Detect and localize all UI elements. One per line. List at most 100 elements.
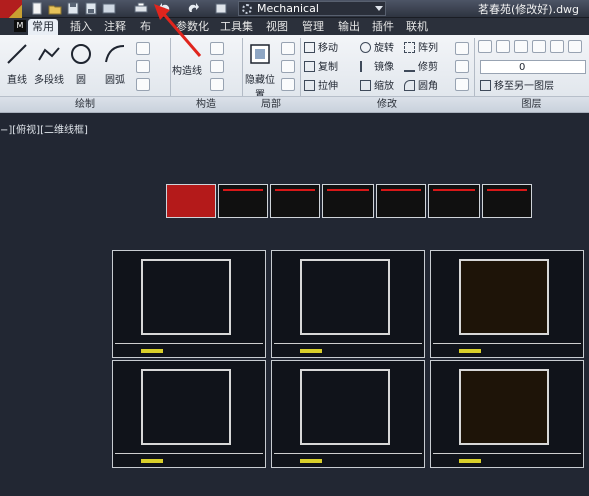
layout-thumbnail[interactable] bbox=[376, 184, 426, 218]
tab-insert[interactable]: 插入 bbox=[66, 19, 96, 35]
circle-icon bbox=[71, 44, 91, 64]
layer-icon-5[interactable] bbox=[550, 40, 564, 53]
fillet-button[interactable]: 圆角 bbox=[404, 80, 438, 94]
app-menu-button[interactable]: M bbox=[14, 20, 26, 32]
polyline-label: 多段线 bbox=[34, 75, 64, 86]
arc-label: 圆弧 bbox=[105, 75, 125, 86]
open-icon[interactable] bbox=[48, 2, 62, 15]
layer-properties-icon[interactable] bbox=[478, 40, 492, 53]
offset-icon[interactable] bbox=[455, 78, 469, 91]
floor-plan-sheet[interactable] bbox=[430, 250, 584, 358]
viewport-label[interactable]: −][俯视][二维线框] bbox=[0, 121, 88, 136]
floor-plan-sheet[interactable] bbox=[271, 360, 425, 468]
detail-icon-2[interactable] bbox=[281, 60, 295, 73]
layer-value: 0 bbox=[519, 62, 526, 73]
layer-icon-3[interactable] bbox=[514, 40, 528, 53]
boundary-icon[interactable] bbox=[210, 60, 224, 73]
layer-state-icon[interactable] bbox=[496, 40, 510, 53]
layout-thumbnail[interactable] bbox=[270, 184, 320, 218]
web-icon[interactable] bbox=[102, 2, 116, 15]
scale-button[interactable]: 缩放 bbox=[360, 80, 394, 94]
scale-icon bbox=[360, 80, 371, 91]
mirror-button[interactable]: 镜像 bbox=[360, 61, 394, 75]
tab-toolsets[interactable]: 工具集 bbox=[216, 19, 257, 35]
move-to-layer-button[interactable]: 移至另一图层 bbox=[480, 80, 554, 94]
construct-panel-footer[interactable]: 构造 bbox=[170, 96, 242, 112]
copy-icon bbox=[304, 61, 315, 72]
construction-line-label: 构造线 bbox=[172, 66, 202, 77]
hide-position-button[interactable]: 隐藏位置 bbox=[244, 42, 276, 101]
stretch-icon bbox=[304, 80, 315, 91]
layout-thumbnail[interactable] bbox=[166, 184, 216, 218]
layout-thumbnail[interactable] bbox=[428, 184, 480, 218]
detail-icon-3[interactable] bbox=[281, 78, 295, 91]
arc-icon bbox=[105, 45, 125, 63]
copy-button[interactable]: 复制 bbox=[304, 61, 338, 75]
tab-manage[interactable]: 管理 bbox=[298, 19, 328, 35]
rotate-button[interactable]: 旋转 bbox=[360, 42, 394, 56]
polyline-icon bbox=[38, 47, 60, 61]
workspace-select[interactable]: Mechanical bbox=[238, 1, 386, 16]
plot-icon[interactable] bbox=[214, 2, 228, 15]
chevron-down-icon bbox=[375, 6, 383, 11]
tab-home[interactable]: 常用 bbox=[28, 19, 58, 35]
detail-panel-footer[interactable]: 局部 bbox=[242, 96, 300, 112]
layers-panel-footer[interactable]: 图层 bbox=[474, 96, 589, 112]
arc-button[interactable]: 圆弧 bbox=[98, 42, 132, 86]
construction-line-button[interactable]: 构造线 bbox=[172, 62, 202, 77]
line-icon bbox=[7, 44, 27, 64]
circle-label: 圆 bbox=[76, 75, 86, 86]
move-to-layer-icon bbox=[480, 80, 491, 91]
floor-plan-sheet[interactable] bbox=[271, 250, 425, 358]
region-icon[interactable] bbox=[210, 78, 224, 91]
new-icon[interactable] bbox=[30, 2, 44, 15]
trim-button[interactable]: 修剪 bbox=[404, 61, 438, 75]
tab-view[interactable]: 视图 bbox=[262, 19, 292, 35]
layout-thumbnail[interactable] bbox=[322, 184, 374, 218]
layer-select[interactable]: 0 bbox=[480, 60, 586, 74]
polyline-button[interactable]: 多段线 bbox=[32, 42, 66, 86]
move-button[interactable]: 移动 bbox=[304, 42, 338, 56]
copy-label: 复制 bbox=[318, 62, 338, 73]
tab-plugins[interactable]: 插件 bbox=[368, 19, 398, 35]
save-icon[interactable] bbox=[66, 2, 80, 15]
scale-label: 缩放 bbox=[374, 81, 394, 92]
mirror-label: 镜像 bbox=[374, 62, 394, 73]
rotate-icon bbox=[360, 42, 371, 53]
rectangle-icon[interactable] bbox=[136, 60, 150, 73]
tab-annotate[interactable]: 注释 bbox=[100, 19, 130, 35]
erase-icon[interactable] bbox=[455, 42, 469, 55]
tab-online[interactable]: 联机 bbox=[402, 19, 432, 35]
circle-button[interactable]: 圆 bbox=[66, 42, 96, 86]
point-icon[interactable] bbox=[210, 42, 224, 55]
line-label: 直线 bbox=[7, 75, 27, 86]
mirror-icon bbox=[360, 61, 371, 72]
layer-icon-4[interactable] bbox=[532, 40, 546, 53]
stretch-button[interactable]: 拉伸 bbox=[304, 80, 338, 94]
annotation-arrow bbox=[154, 4, 202, 57]
layer-icon-6[interactable] bbox=[568, 40, 582, 53]
modify-panel-footer[interactable]: 修改 bbox=[300, 96, 474, 112]
move-to-layer-label: 移至另一图层 bbox=[494, 81, 554, 92]
fillet-icon bbox=[404, 80, 415, 91]
floor-plan-sheet[interactable] bbox=[112, 250, 266, 358]
layout-thumbnail[interactable] bbox=[482, 184, 532, 218]
array-icon bbox=[404, 42, 415, 53]
explode-icon[interactable] bbox=[455, 60, 469, 73]
hatch-icon[interactable] bbox=[136, 42, 150, 55]
floor-plan-sheet[interactable] bbox=[112, 360, 266, 468]
saveas-icon[interactable] bbox=[84, 2, 98, 15]
workspace-value: Mechanical bbox=[257, 2, 319, 15]
layout-thumbnail[interactable] bbox=[218, 184, 268, 218]
array-button[interactable]: 阵列 bbox=[404, 42, 438, 56]
floor-plan-sheet[interactable] bbox=[430, 360, 584, 468]
tab-output[interactable]: 输出 bbox=[334, 19, 364, 35]
rotate-label: 旋转 bbox=[374, 43, 394, 54]
detail-icon-1[interactable] bbox=[281, 42, 295, 55]
gradient-icon[interactable] bbox=[136, 78, 150, 91]
line-button[interactable]: 直线 bbox=[2, 42, 32, 86]
move-icon bbox=[304, 42, 315, 53]
draw-panel-footer[interactable]: 绘制 bbox=[0, 96, 170, 112]
print-icon[interactable] bbox=[134, 2, 148, 15]
fillet-label: 圆角 bbox=[418, 81, 438, 92]
